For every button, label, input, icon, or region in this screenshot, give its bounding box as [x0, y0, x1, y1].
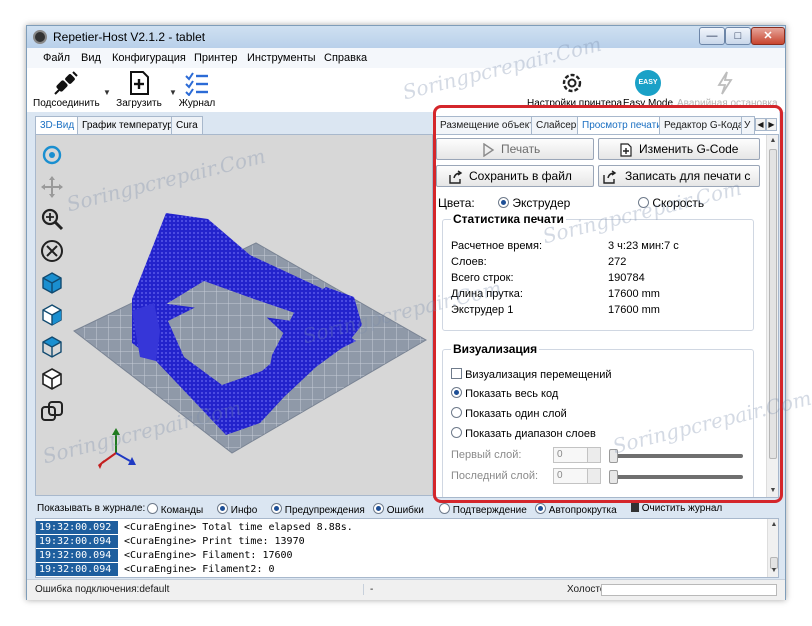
- clear-log-button[interactable]: Очистить журнал: [631, 503, 722, 514]
- status-middle: -: [363, 584, 373, 595]
- connection-status: Ошибка подключения:default: [35, 584, 170, 595]
- status-bar: Ошибка подключения:default - Холостой хо…: [27, 579, 785, 600]
- printer-settings-button[interactable]: Настройки принтера: [527, 70, 622, 109]
- radio-on-icon: [535, 503, 546, 514]
- file-add-icon: [130, 71, 149, 95]
- radio-on-icon: [271, 503, 282, 514]
- tab-cura[interactable]: Cura: [171, 116, 203, 134]
- cube-front-icon: [42, 304, 62, 326]
- rotate-icon: [42, 145, 62, 165]
- log-time: 19:32:00.094: [36, 549, 118, 562]
- log-autoscroll-label: Автопрокрутка: [548, 505, 617, 516]
- easy-mode-icon: EASY: [635, 70, 661, 96]
- connect-label: Подсоединить: [33, 98, 100, 109]
- side-view-button[interactable]: [38, 363, 66, 395]
- log-info-label: Инфо: [230, 505, 258, 516]
- clear-log-label: Очистить журнал: [641, 503, 723, 514]
- log-message: <CuraEngine> Total time elapsed 8.88s.: [124, 522, 353, 533]
- log-ack-toggle[interactable]: Подтверждение: [439, 503, 527, 516]
- zoom-view-button[interactable]: [38, 203, 66, 235]
- gear-icon: [562, 73, 582, 93]
- highlight-frame: [433, 105, 783, 503]
- menu-view[interactable]: Вид: [81, 52, 101, 64]
- menu-printer[interactable]: Принтер: [194, 52, 237, 64]
- radio-on-icon: [217, 503, 228, 514]
- parallel-view-button[interactable]: [38, 395, 66, 427]
- title-bar: Repetier-Host V2.1.2 - tablet — □ ✕: [27, 26, 785, 48]
- log-button[interactable]: Журнал: [177, 70, 217, 109]
- log-scroll-up-icon[interactable]: ▲: [768, 519, 780, 531]
- log-line: 19:32:00.094 <CuraEngine> Filament: 1760…: [36, 549, 768, 562]
- move-icon: [41, 176, 63, 198]
- zoom-icon: [41, 208, 64, 231]
- log-errors-toggle[interactable]: Ошибки: [373, 503, 424, 516]
- plug-icon: [54, 71, 78, 95]
- minimize-button[interactable]: —: [699, 27, 725, 45]
- trash-icon: [631, 503, 639, 512]
- log-time: 19:32:00.092: [36, 521, 118, 534]
- cube-iso-icon: [42, 272, 62, 294]
- log-info-toggle[interactable]: Инфо: [217, 503, 257, 516]
- view-toolbar: [38, 139, 66, 427]
- log-warnings-label: Предупреждения: [284, 505, 365, 516]
- tab-3d-view[interactable]: 3D-Вид: [35, 116, 80, 135]
- emergency-stop-button[interactable]: Аварийная остановка: [677, 70, 778, 109]
- radio-on-icon: [373, 503, 384, 514]
- log-time: 19:32:00.094: [36, 535, 118, 548]
- cube-side-icon: [42, 368, 62, 390]
- log-commands-label: Команды: [160, 505, 204, 516]
- menu-bar: Файл Вид Конфигурация Принтер Инструмент…: [27, 48, 785, 68]
- radio-off-icon: [147, 503, 158, 514]
- maximize-button[interactable]: □: [725, 27, 751, 45]
- axis-gizmo-icon: [98, 428, 136, 469]
- log-commands-toggle[interactable]: Команды: [147, 503, 203, 516]
- log-line: 19:32:00.094 <CuraEngine> Print time: 13…: [36, 535, 768, 548]
- log-message: <CuraEngine> Filament2: 0: [124, 564, 275, 575]
- rotate-view-button[interactable]: [38, 139, 66, 171]
- load-label: Загрузить: [116, 98, 162, 109]
- iso-view-button[interactable]: [38, 267, 66, 299]
- log-message: <CuraEngine> Filament: 17600: [124, 550, 293, 561]
- front-view-button[interactable]: [38, 299, 66, 331]
- progress-bar: [601, 584, 777, 596]
- log-line: 19:32:00.094 <CuraEngine> Filament2: 0: [36, 563, 768, 576]
- load-button[interactable]: Загрузить: [113, 70, 165, 109]
- fit-icon: [41, 240, 63, 262]
- log-autoscroll-toggle[interactable]: Автопрокрутка: [535, 503, 617, 516]
- log-ack-label: Подтверждение: [452, 505, 527, 516]
- print-bed-scene[interactable]: [36, 135, 433, 496]
- radio-off-icon: [439, 503, 450, 514]
- log-filter-label: Показывать в журнале:: [37, 503, 146, 514]
- log-panel[interactable]: 19:32:00.092 <CuraEngine> Total time ela…: [35, 518, 779, 578]
- move-view-button[interactable]: [38, 171, 66, 203]
- log-line: 19:32:00.092 <CuraEngine> Total time ela…: [36, 521, 768, 534]
- window-title: Repetier-Host V2.1.2 - tablet: [53, 30, 206, 44]
- load-dropdown-icon[interactable]: ▼: [169, 88, 177, 97]
- log-scroll-down-icon[interactable]: ▼: [768, 565, 780, 577]
- app-icon: [33, 30, 47, 44]
- cube-top-icon: [42, 336, 62, 358]
- easy-mode-button[interactable]: EASY Easy Mode: [621, 70, 675, 109]
- top-view-button[interactable]: [38, 331, 66, 363]
- checklist-icon: [185, 72, 208, 96]
- log-message: <CuraEngine> Print time: 13970: [124, 536, 305, 547]
- 3d-viewport[interactable]: [35, 134, 433, 496]
- tab-temperature[interactable]: График температур: [77, 116, 178, 134]
- log-time: 19:32:00.094: [36, 563, 118, 576]
- copy-icon: [41, 401, 63, 421]
- menu-file[interactable]: Файл: [43, 52, 70, 64]
- menu-tools[interactable]: Инструменты: [247, 52, 316, 64]
- lightning-icon: [717, 71, 733, 95]
- connect-button[interactable]: Подсоединить: [33, 70, 100, 109]
- connect-dropdown-icon[interactable]: ▼: [103, 88, 111, 97]
- close-button[interactable]: ✕: [751, 27, 785, 45]
- log-warnings-toggle[interactable]: Предупреждения: [271, 503, 365, 516]
- menu-config[interactable]: Конфигурация: [112, 52, 186, 64]
- log-label: Журнал: [178, 98, 216, 109]
- menu-help[interactable]: Справка: [324, 52, 367, 64]
- log-errors-label: Ошибки: [386, 505, 424, 516]
- log-scrollbar[interactable]: ▲ ▼: [767, 519, 778, 577]
- fit-view-button[interactable]: [38, 235, 66, 267]
